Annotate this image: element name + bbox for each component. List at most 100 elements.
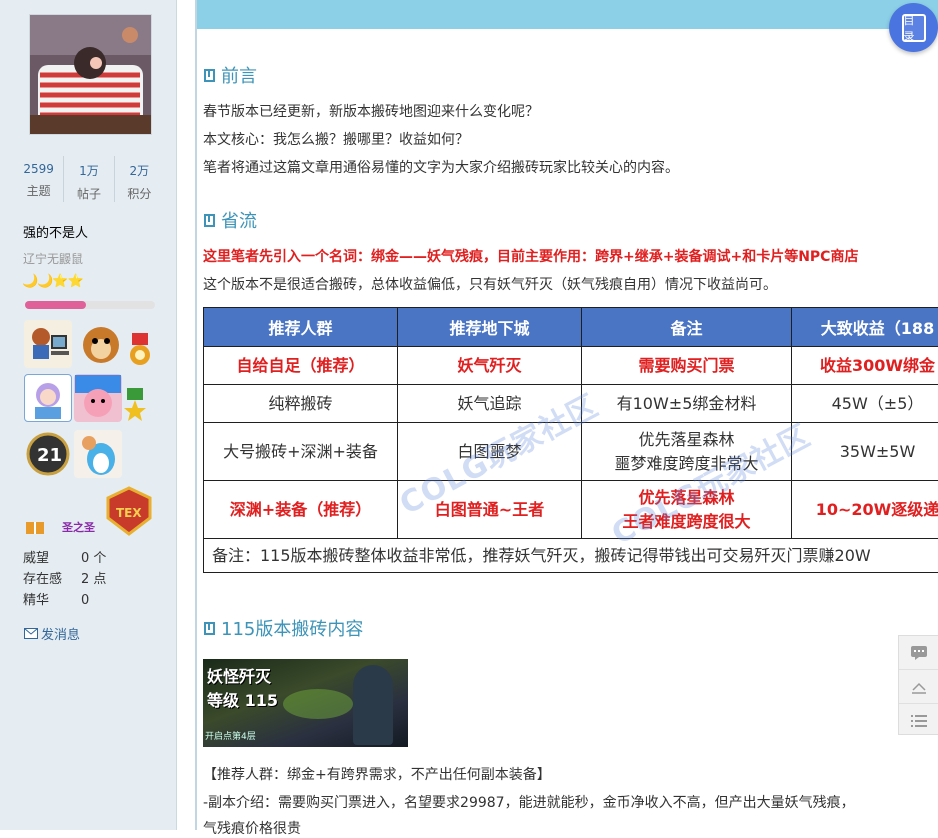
medal-ribbon-icon[interactable] bbox=[126, 332, 154, 368]
section-title-text: 省流 bbox=[221, 207, 257, 233]
rank-badge-text: 圣之圣 bbox=[62, 519, 95, 535]
stat-label: 主题 bbox=[14, 182, 63, 199]
table-cell: 自给自足（推荐） bbox=[204, 347, 398, 385]
table-viewport: 推荐人群 推荐地下城 备注 大致收益（188 自给自足（推荐） 妖气歼灭 需要购… bbox=[203, 307, 938, 579]
table-cell: 优先落星森林王者难度跨度很大 bbox=[582, 481, 792, 539]
level-icons: 🌙🌙⭐⭐ bbox=[22, 274, 83, 289]
meta-row-prestige: 威望0 个 bbox=[23, 548, 106, 569]
table-row: 自给自足（推荐） 妖气歼灭 需要购买门票 收益300W绑金 bbox=[204, 347, 938, 385]
medal-21-badge-icon[interactable]: 21 bbox=[24, 430, 72, 478]
table-note-cell: 备注：115版本搬砖整体收益非常低，推荐妖气歼灭，搬砖记得带钱出可交易歼灭门票赚… bbox=[204, 539, 938, 573]
paragraph: 笔者将通过这篇文章用通俗易懂的文字为大家介绍搬砖玩家比较关心的内容。 bbox=[203, 157, 679, 177]
level-progress-bar bbox=[25, 301, 155, 309]
user-stats: 2599 主题 1万 帖子 2万 积分 bbox=[14, 156, 164, 202]
envelope-icon bbox=[24, 628, 38, 639]
svg-text:TEX: TEX bbox=[116, 506, 142, 520]
post-header-band bbox=[197, 0, 938, 29]
sidebar-gap bbox=[177, 0, 195, 830]
dungeon-level: 等级 115 bbox=[207, 687, 278, 711]
stat-points[interactable]: 2万 积分 bbox=[115, 156, 164, 202]
toc-book-icon: 目录 bbox=[902, 14, 926, 42]
table-header-cell: 备注 bbox=[582, 308, 792, 347]
stat-topics[interactable]: 2599 主题 bbox=[14, 156, 64, 202]
meta-row-presence: 存在感2 点 bbox=[23, 569, 106, 590]
table-cell: 纯粹搬砖 bbox=[204, 385, 398, 423]
paragraph: 这个版本不是很适合搬砖，总体收益偏低，只有妖气歼灭（妖气残痕自用）情况下收益尚可… bbox=[203, 274, 777, 294]
section-title-preface: 前言 bbox=[204, 62, 257, 88]
sidebar-edge bbox=[195, 0, 197, 830]
table-header-cell: 大致收益（188 bbox=[792, 308, 938, 347]
comment-button[interactable] bbox=[899, 636, 938, 670]
table-cell: 45W（±5） bbox=[792, 385, 938, 423]
level-moon-star-icons: 🌙🌙⭐⭐ bbox=[22, 274, 83, 289]
list-icon bbox=[911, 714, 927, 728]
table-cell: 10~20W逐级递 bbox=[792, 481, 938, 539]
meta-value: 2 点 bbox=[81, 572, 106, 587]
back-to-top-button[interactable] bbox=[899, 670, 938, 704]
tex-rank-shield-icon[interactable]: TEX bbox=[104, 486, 154, 536]
table-header-cell: 推荐人群 bbox=[204, 308, 398, 347]
paragraph: 春节版本已经更新，新版本搬砖地图迎来什么变化呢？ bbox=[203, 101, 539, 121]
table-cell: 白图普通~王者 bbox=[398, 481, 582, 539]
avatar[interactable] bbox=[29, 14, 152, 135]
toc-button[interactable]: 目录 bbox=[889, 3, 938, 52]
table-cell: 妖气追踪 bbox=[398, 385, 582, 423]
meta-label: 存在感 bbox=[23, 569, 81, 590]
meta-label: 精华 bbox=[23, 590, 81, 611]
back-to-top-icon bbox=[911, 680, 927, 694]
meta-row-digest: 精华0 bbox=[23, 590, 106, 611]
bookmark-icon bbox=[204, 214, 215, 227]
recommendation-table: 推荐人群 推荐地下城 备注 大致收益（188 自给自足（推荐） 妖气歼灭 需要购… bbox=[203, 307, 938, 573]
table-cell: 优先落星森林噩梦难度跨度非常大 bbox=[582, 423, 792, 481]
bookmark-icon bbox=[204, 622, 215, 635]
bookmark-icon bbox=[204, 69, 215, 82]
medal-cartoon-icon[interactable] bbox=[74, 374, 122, 422]
table-cell: 大号搬砖+深渊+装备 bbox=[204, 423, 398, 481]
table-row: 纯粹搬砖 妖气追踪 有10W±5绑金材料 45W（±5） bbox=[204, 385, 938, 423]
list-button[interactable] bbox=[899, 704, 938, 737]
toc-label: 目录 bbox=[904, 12, 924, 44]
table-cell: 35W±5W bbox=[792, 423, 938, 481]
user-title: 强的不是人 bbox=[23, 222, 88, 241]
paragraph: 气残痕价格很贵 bbox=[203, 818, 301, 838]
meta-value: 0 个 bbox=[81, 551, 106, 566]
table-cell: 深渊+装备（推荐） bbox=[204, 481, 398, 539]
paragraph: -副本介绍：需要购买门票进入，名望要求29987，能进就能秒，金币净收入不高，但… bbox=[203, 792, 938, 812]
medal-penguin-icon[interactable] bbox=[74, 430, 122, 478]
medal-pc-user-icon[interactable] bbox=[24, 320, 72, 368]
medal-star-ribbon-icon[interactable] bbox=[122, 386, 148, 424]
summary-highlight: 这里笔者先引入一个名词：绑金——妖气残痕，目前主要作用：跨界+继承+装备调试+和… bbox=[203, 246, 938, 266]
table-row: 深渊+装备（推荐） 白图普通~王者 优先落星森林王者难度跨度很大 10~20W逐… bbox=[204, 481, 938, 539]
medal-anime-girl-icon[interactable] bbox=[24, 374, 72, 422]
table-cell: 收益300W绑金 bbox=[792, 347, 938, 385]
medal-monkey-icon[interactable] bbox=[78, 320, 126, 368]
table-row: 大号搬砖+深渊+装备 白图噩梦 优先落星森林噩梦难度跨度非常大 35W±5W bbox=[204, 423, 938, 481]
stat-value: 2万 bbox=[115, 162, 164, 179]
send-message-link[interactable]: 发消息 bbox=[24, 624, 80, 643]
image-glow bbox=[283, 689, 353, 719]
stat-value: 2599 bbox=[14, 162, 63, 176]
table-note-row: 备注：115版本搬砖整体收益非常低，推荐妖气歼灭，搬砖记得带钱出可交易歼灭门票赚… bbox=[204, 539, 938, 573]
stat-posts[interactable]: 1万 帖子 bbox=[64, 156, 114, 202]
rank-book-icon bbox=[24, 520, 46, 536]
user-group[interactable]: 辽宁无鼹鼠 bbox=[23, 250, 83, 267]
image-figure bbox=[353, 665, 393, 745]
level-progress-fill bbox=[25, 301, 86, 309]
svg-text:21: 21 bbox=[37, 445, 62, 466]
comment-icon bbox=[910, 645, 928, 661]
table-cell: 妖气歼灭 bbox=[398, 347, 582, 385]
stat-value: 1万 bbox=[64, 162, 113, 179]
dungeon-banner-image[interactable]: 妖怪歼灭 等级 115 开启点第4层 bbox=[203, 659, 408, 747]
send-message-label: 发消息 bbox=[41, 624, 80, 643]
stat-label: 帖子 bbox=[64, 185, 113, 202]
meta-label: 威望 bbox=[23, 548, 81, 569]
user-meta: 威望0 个 存在感2 点 精华0 bbox=[23, 548, 106, 611]
table-header-cell: 推荐地下城 bbox=[398, 308, 582, 347]
dungeon-name: 妖怪歼灭 bbox=[207, 663, 271, 687]
table-cell: 有10W±5绑金材料 bbox=[582, 385, 792, 423]
section-title-text: 115版本搬砖内容 bbox=[221, 615, 363, 641]
meta-value: 0 bbox=[81, 593, 89, 608]
dungeon-caption: 开启点第4层 bbox=[205, 729, 256, 742]
section-title-text: 前言 bbox=[221, 62, 257, 88]
table-header-row: 推荐人群 推荐地下城 备注 大致收益（188 bbox=[204, 308, 938, 347]
